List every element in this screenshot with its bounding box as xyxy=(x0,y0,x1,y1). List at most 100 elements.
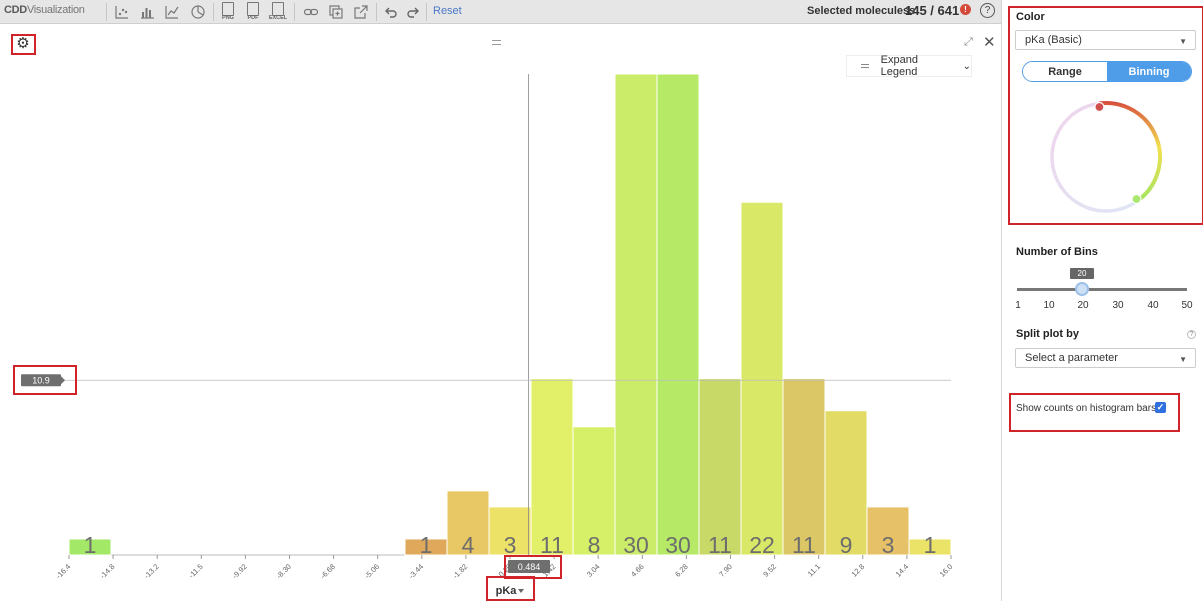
line-chart-button[interactable] xyxy=(162,2,182,22)
drag-handle-icon[interactable] xyxy=(492,40,501,45)
caret-down-icon: ▼ xyxy=(1179,37,1187,46)
bins-tick: 1 xyxy=(1015,300,1021,311)
histogram-bar[interactable] xyxy=(740,201,784,556)
bar-count-label: 30 xyxy=(665,532,691,558)
x-tick-label: -14.8 xyxy=(98,562,116,580)
close-icon[interactable]: ✕ xyxy=(983,33,996,51)
x-tick-label: -1.82 xyxy=(451,562,469,580)
export-pdf-label: PDF xyxy=(247,15,259,21)
bar-count-label: 3 xyxy=(504,532,517,558)
crosshair-x-value: 0.484 xyxy=(518,562,541,572)
x-tick-label: 14.4 xyxy=(894,562,911,579)
x-tick-label: 11.1 xyxy=(806,562,822,578)
logo-main-text: CDD xyxy=(4,4,27,16)
export-excel-button[interactable]: EXCEL xyxy=(269,2,287,23)
pdf-export-icon xyxy=(247,2,259,16)
help-icon[interactable]: ? xyxy=(980,3,995,18)
selected-molecules-label: Selected moleculess xyxy=(807,5,916,17)
reset-button[interactable]: Reset xyxy=(433,5,462,17)
bar-count-label: 8 xyxy=(588,532,601,558)
expand-legend-button[interactable]: Expand Legend ⌄ xyxy=(846,54,972,78)
x-tick-label: -11.5 xyxy=(187,562,205,580)
bar-count-label: 1 xyxy=(420,532,433,558)
bar-count-label: 30 xyxy=(623,532,649,558)
scatter-plot-icon xyxy=(115,6,128,19)
x-tick-label: 3.04 xyxy=(585,562,602,579)
x-tick-label: -16.4 xyxy=(54,562,72,580)
add-copy-button[interactable] xyxy=(326,2,346,22)
crosshair-y-badge-pointer xyxy=(61,376,65,385)
histogram-bar[interactable] xyxy=(656,73,700,556)
range-option[interactable]: Range xyxy=(1023,62,1107,81)
show-counts-checkbox[interactable]: ✓ xyxy=(1155,402,1166,413)
show-counts-label: Show counts on histogram bars xyxy=(1016,403,1157,414)
redo-button[interactable] xyxy=(403,2,423,22)
link-icon xyxy=(303,8,319,16)
bins-heading: Number of Bins xyxy=(1016,246,1098,258)
histogram-icon xyxy=(141,8,154,19)
warning-icon[interactable]: ! xyxy=(960,4,971,15)
help-icon[interactable]: ? xyxy=(1187,330,1196,339)
bar-count-label: 11 xyxy=(792,532,816,558)
bar-count-label: 22 xyxy=(749,532,775,558)
histogram-plot[interactable]: 1 1 4 3 11 8 30 30 11 22 11 9 3 1-16.4 -14.8 -13.2 -11.5… xyxy=(0,25,1000,601)
x-axis-dropdown[interactable]: pKa xyxy=(496,585,518,597)
histogram-button[interactable] xyxy=(137,2,157,22)
legend-drag-icon xyxy=(861,64,869,68)
bins-value-tooltip: 20 xyxy=(1070,268,1094,279)
undo-button[interactable] xyxy=(381,2,401,22)
visualization-app: CDDVisualization PNG PDF EXCEL Reset Sel… xyxy=(0,0,1203,601)
x-tick-label: 6.28 xyxy=(673,562,690,579)
app-logo: CDDVisualization xyxy=(4,4,85,16)
link-button[interactable] xyxy=(301,2,321,22)
binning-option[interactable]: Binning xyxy=(1107,62,1191,81)
bins-slider[interactable]: 20 1 10 20 30 40 50 xyxy=(1015,266,1193,314)
wheel-end-handle xyxy=(1131,193,1142,205)
bar-count-label: 11 xyxy=(540,532,564,558)
chart-area: 1 1 4 3 11 8 30 30 11 22 11 9 3 1 -16.4 -14.8 -13.2 -11.5… xyxy=(0,25,1000,601)
line-chart-icon xyxy=(165,6,179,19)
split-plot-heading: Split plot by xyxy=(1016,328,1079,340)
bins-slider-thumb[interactable] xyxy=(1075,282,1089,296)
bar-count-label: 1 xyxy=(84,532,97,558)
pie-chart-button[interactable] xyxy=(188,2,208,22)
export-png-label: PNG xyxy=(222,15,234,21)
gear-icon[interactable]: ⚙ xyxy=(14,35,32,53)
open-external-button[interactable] xyxy=(351,2,371,22)
color-heading: Color xyxy=(1016,11,1045,23)
x-tick-label: 4.66 xyxy=(629,562,646,579)
crosshair-y-value: 10.9 xyxy=(32,376,50,386)
bins-tick: 40 xyxy=(1147,300,1159,311)
histogram-bar[interactable] xyxy=(698,378,742,556)
expand-icon[interactable]: ⤢ xyxy=(964,36,973,49)
split-parameter-placeholder: Select a parameter xyxy=(1025,352,1118,364)
histogram-bar[interactable] xyxy=(782,378,826,556)
bins-tick: 10 xyxy=(1043,300,1055,311)
x-tick-label: 16.0 xyxy=(938,562,955,579)
histogram-bar[interactable] xyxy=(614,73,658,556)
undo-icon xyxy=(385,7,397,18)
excel-export-icon xyxy=(272,2,284,16)
color-mode-toggle: Range Binning xyxy=(1022,61,1192,82)
export-excel-label: EXCEL xyxy=(268,15,288,21)
selected-molecules-count: 145 / 641 xyxy=(905,3,960,18)
bar-count-label: 3 xyxy=(882,532,895,558)
x-tick-label: -13.2 xyxy=(142,562,160,580)
bins-slider-track[interactable] xyxy=(1017,288,1187,291)
x-tick-label: 9.52 xyxy=(761,562,778,579)
histogram-bar[interactable] xyxy=(530,378,574,556)
bar-count-label: 11 xyxy=(708,532,732,558)
color-property-select[interactable]: pKa (Basic) ▼ xyxy=(1015,30,1196,50)
external-link-icon xyxy=(354,5,368,19)
export-png-button[interactable]: PNG xyxy=(219,2,237,23)
x-tick-label: -3.44 xyxy=(407,562,425,580)
settings-panel: Color pKa (Basic) ▼ Range Binning Number… xyxy=(1001,0,1203,601)
pie-chart-icon xyxy=(191,5,205,19)
logo-sub-text: Visualization xyxy=(26,4,85,16)
export-pdf-button[interactable]: PDF xyxy=(244,2,262,23)
scatter-plot-button[interactable] xyxy=(112,2,132,22)
split-parameter-select[interactable]: Select a parameter ▼ xyxy=(1015,348,1196,368)
color-wheel[interactable] xyxy=(1047,98,1165,216)
toolbar-divider xyxy=(213,3,214,21)
caret-down-icon xyxy=(518,589,524,593)
